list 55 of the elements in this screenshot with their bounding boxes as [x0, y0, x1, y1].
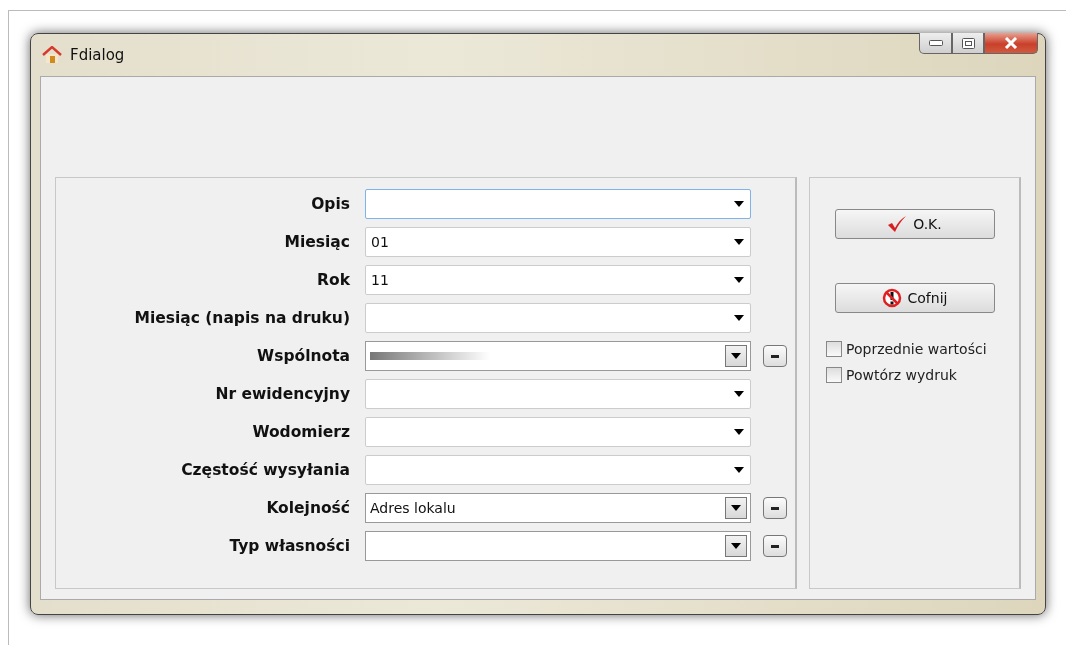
checkbox-label: Powtórz wydruk	[846, 367, 957, 383]
clear-button[interactable]	[763, 535, 787, 557]
dropdown-button[interactable]	[725, 345, 747, 367]
dropdown-field[interactable]	[365, 189, 751, 219]
dropdown-field[interactable]	[365, 379, 751, 409]
dropdown-field[interactable]: 01	[365, 227, 751, 257]
close-icon	[1003, 37, 1019, 49]
ok-button[interactable]: O.K.	[834, 209, 995, 239]
checkbox-label: Poprzednie wartości	[846, 341, 987, 357]
dropdown-field[interactable]	[365, 455, 751, 485]
window-title: Fdialog	[70, 46, 125, 64]
minus-icon	[771, 506, 779, 510]
dropdown-field[interactable]	[365, 417, 751, 447]
caret-icon	[731, 543, 741, 549]
caret-icon	[734, 239, 744, 245]
checkbox[interactable]	[826, 367, 842, 383]
minimize-button[interactable]	[919, 33, 952, 54]
dropdown-field[interactable]	[365, 303, 751, 333]
caret-icon	[734, 467, 744, 473]
maximize-button[interactable]	[952, 33, 984, 54]
dropdown-field[interactable]	[365, 341, 751, 371]
caret-icon	[734, 315, 744, 321]
cancel-button[interactable]: Cofnij	[834, 283, 995, 313]
house-icon	[42, 46, 62, 64]
prohibited-icon	[881, 288, 902, 308]
field-label: Częstość wysyłania	[180, 461, 351, 479]
field-label: Rok	[316, 271, 351, 289]
dropdown-field[interactable]	[365, 531, 751, 561]
field-label: Nr ewidencyjny	[214, 385, 351, 403]
checkbox[interactable]	[826, 341, 842, 357]
field-label: Wspólnota	[256, 347, 351, 365]
minimize-icon	[928, 40, 943, 46]
minus-icon	[771, 544, 779, 548]
field-label: Kolejność	[265, 499, 351, 517]
field-label: Typ własności	[228, 537, 351, 555]
field-label: Miesiąc	[283, 233, 351, 251]
minus-icon	[771, 354, 779, 358]
field-label: Opis	[310, 195, 351, 213]
field-label: Wodomierz	[251, 423, 351, 441]
caret-icon	[731, 353, 741, 359]
dropdown-button[interactable]	[725, 535, 747, 557]
dropdown-button[interactable]	[725, 497, 747, 519]
clear-button[interactable]	[763, 497, 787, 519]
caret-icon	[734, 201, 744, 207]
caret-icon	[734, 277, 744, 283]
dropdown-field[interactable]: Adres lokalu	[365, 493, 751, 523]
close-button[interactable]	[984, 33, 1038, 54]
clear-button[interactable]	[763, 345, 787, 367]
field-label: Miesiąc (napis na druku)	[133, 309, 351, 327]
caret-icon	[734, 429, 744, 435]
caret-icon	[731, 505, 741, 511]
checkmark-icon	[887, 215, 908, 233]
dropdown-field[interactable]: 11	[365, 265, 751, 295]
maximize-icon	[961, 37, 975, 49]
caret-icon	[734, 391, 744, 397]
